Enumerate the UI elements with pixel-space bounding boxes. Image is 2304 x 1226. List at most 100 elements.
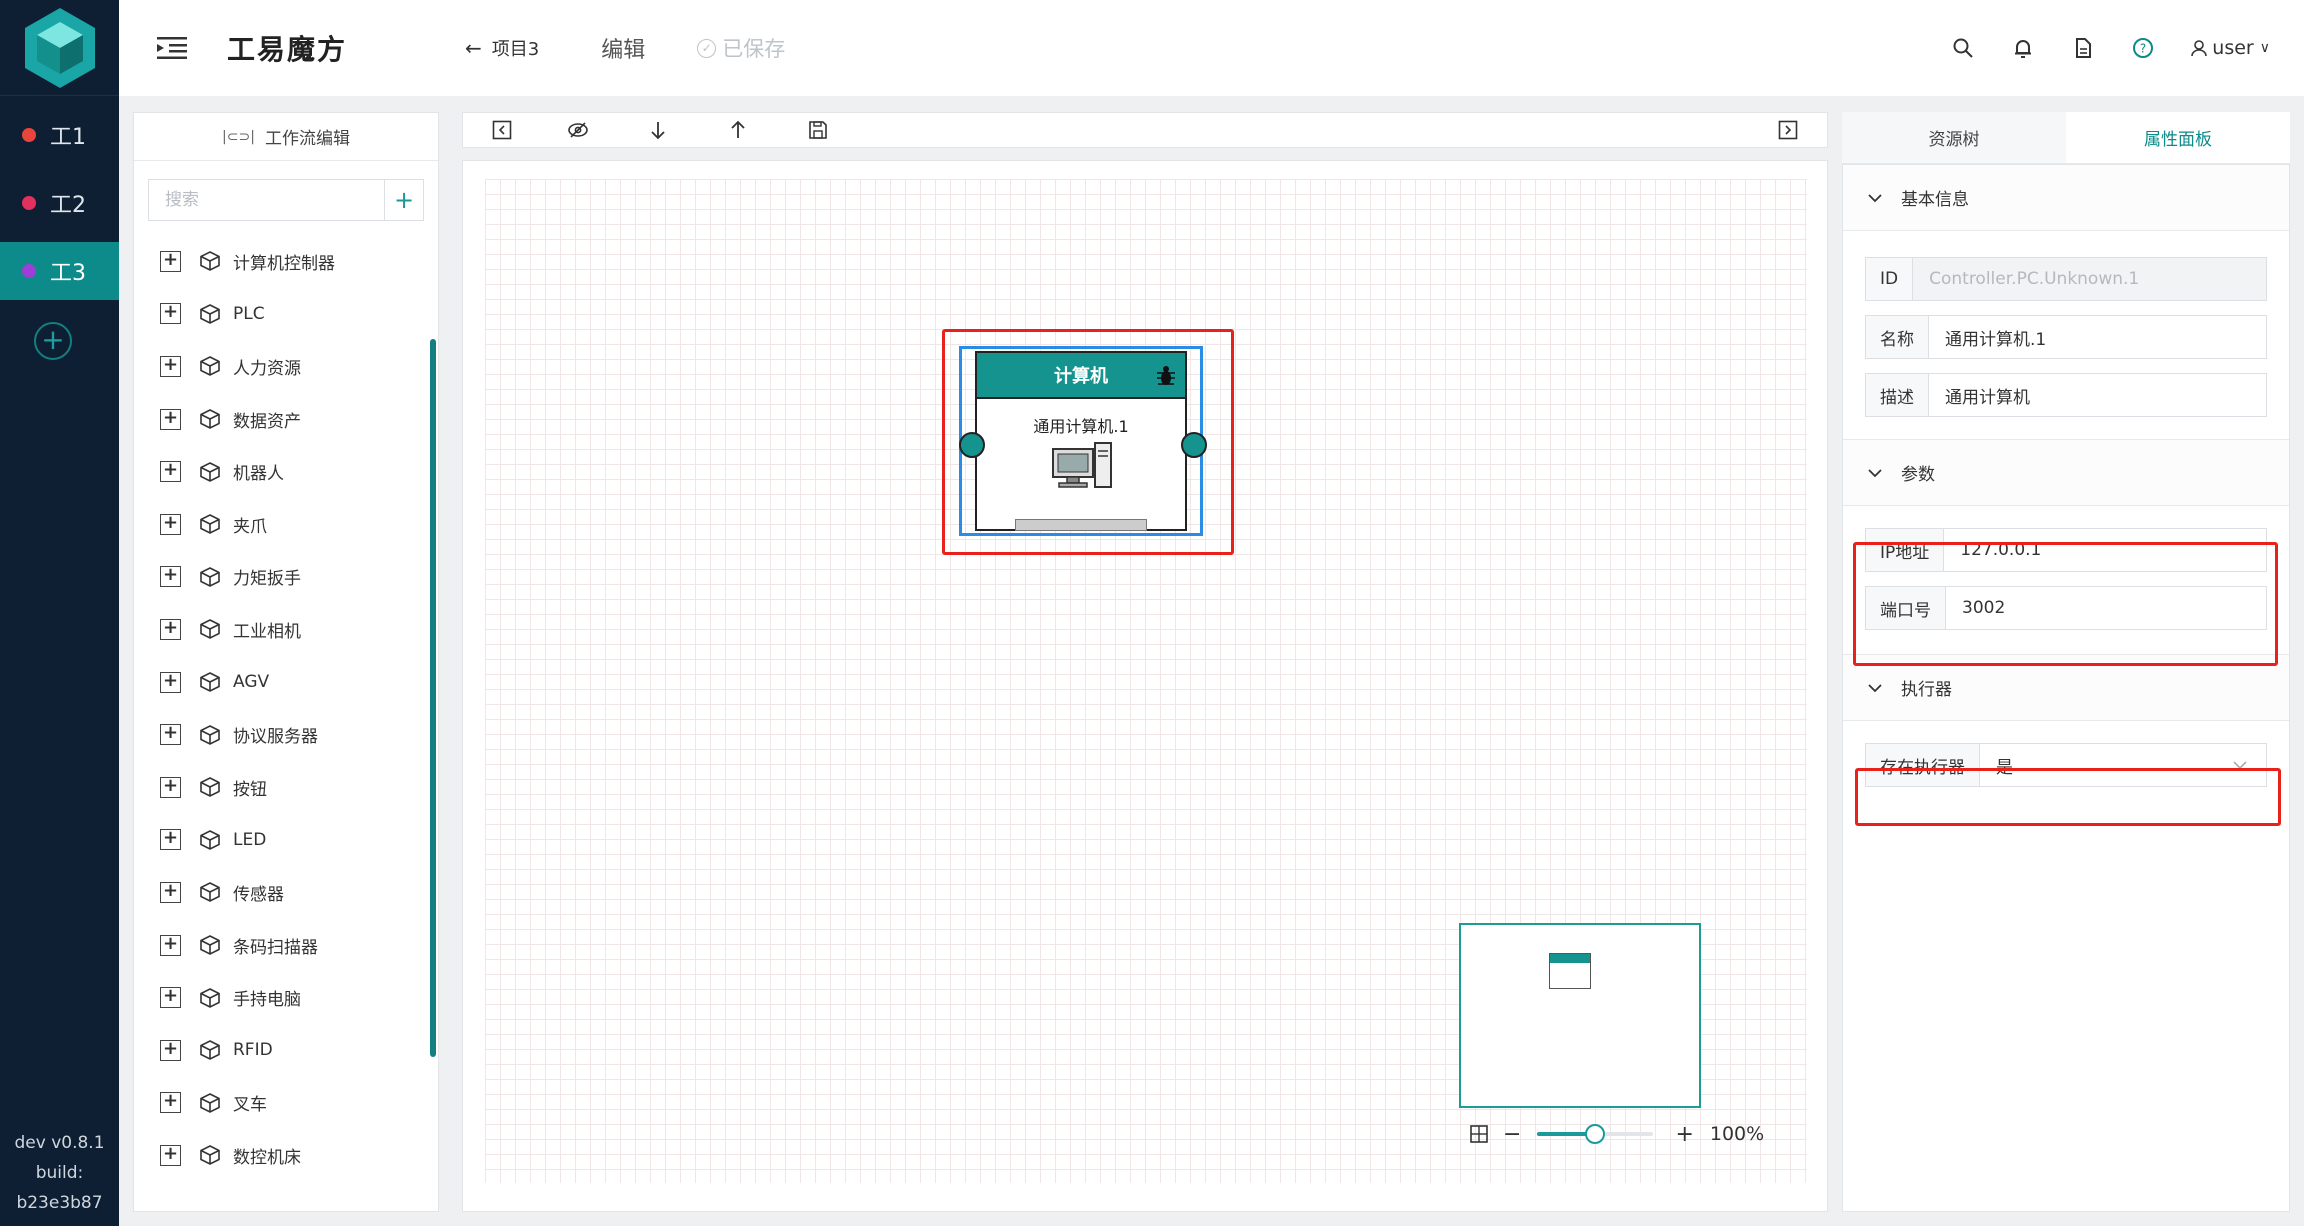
workspace-label: 工1 (50, 125, 86, 150)
move-up-button[interactable] (727, 119, 749, 141)
add-workspace-button[interactable]: + (34, 322, 72, 360)
id-field: ID Controller.PC.Unknown.1 (1865, 257, 2267, 301)
component-item[interactable]: + 人力资源 (134, 340, 438, 393)
expand-icon[interactable]: + (160, 566, 181, 588)
workflow-canvas[interactable]: 计算机 通用计算机.1 − + 100% (462, 160, 1828, 1212)
workspace-item-1[interactable]: 工1 (0, 106, 119, 164)
name-input[interactable]: 通用计算机.1 (1929, 316, 2266, 358)
component-item[interactable]: + 计算机控制器 (134, 235, 438, 288)
hide-button[interactable] (567, 119, 589, 141)
bug-icon[interactable] (1155, 364, 1177, 388)
cube-icon (200, 987, 220, 1008)
component-label: 叉车 (233, 1095, 267, 1116)
expand-icon[interactable]: + (160, 881, 181, 903)
node-name: 通用计算机.1 (1033, 417, 1129, 436)
executor-highlight-box (1855, 768, 2281, 826)
move-down-button[interactable] (647, 119, 669, 141)
component-list-scrollbar[interactable] (430, 339, 436, 1057)
collapse-left-icon (492, 120, 512, 140)
cube-icon (200, 1145, 220, 1166)
description-input[interactable]: 通用计算机 (1929, 374, 2266, 416)
component-panel: |⊂⊃| 工作流编辑 + + 计算机控制器 + PLC + 人力资源 + 数据资产 + 机器人 + 夹… (133, 112, 439, 1212)
save-button[interactable] (807, 119, 829, 141)
component-label: 数据资产 (233, 411, 301, 432)
expand-icon[interactable]: + (160, 934, 181, 956)
save-status-label: 已保存 (722, 37, 786, 61)
expand-icon[interactable]: + (160, 671, 181, 693)
expand-icon[interactable]: + (160, 1092, 181, 1114)
component-item[interactable]: + 机器人 (134, 445, 438, 498)
section-params[interactable]: 参数 (1843, 440, 2289, 506)
top-header: 工易魔方 ← 项目3 编辑 ✓ 已保存 ? user ∨ (119, 0, 2304, 96)
expand-icon[interactable]: + (160, 355, 181, 377)
cube-icon (200, 461, 220, 482)
component-item[interactable]: + 叉车 (134, 1077, 438, 1130)
bell-icon[interactable] (2012, 37, 2034, 59)
collapse-left-button[interactable] (491, 119, 513, 141)
help-icon[interactable]: ? (2132, 37, 2154, 59)
component-item[interactable]: + AGV (134, 656, 438, 709)
menu-collapse-icon[interactable] (157, 36, 187, 60)
component-label: 工业相机 (233, 621, 301, 642)
tab-properties[interactable]: 属性面板 (2066, 112, 2290, 163)
user-icon (2191, 40, 2208, 57)
component-item[interactable]: + 协议服务器 (134, 708, 438, 761)
node-selection-frame: 计算机 通用计算机.1 (959, 346, 1203, 536)
component-item[interactable]: + 传感器 (134, 866, 438, 919)
expand-icon[interactable]: + (160, 776, 181, 798)
tab-resource-tree[interactable]: 资源树 (1842, 112, 2066, 163)
zoom-level: 100% (1709, 1123, 1765, 1145)
collapse-right-button[interactable] (1777, 119, 1799, 141)
expand-icon[interactable]: + (160, 303, 181, 325)
minimap[interactable] (1459, 923, 1701, 1108)
zoom-slider-handle[interactable] (1585, 1124, 1606, 1144)
expand-icon[interactable]: + (160, 618, 181, 640)
expand-icon[interactable]: + (160, 408, 181, 430)
component-label: RFID (233, 1040, 273, 1061)
collapse-right-icon (1778, 120, 1798, 140)
expand-icon[interactable]: + (160, 987, 181, 1009)
component-item[interactable]: + 数据资产 (134, 393, 438, 446)
component-label: 协议服务器 (233, 727, 318, 748)
section-basic-info[interactable]: 基本信息 (1843, 165, 2289, 231)
search-input[interactable] (149, 180, 384, 220)
expand-icon[interactable]: + (160, 1144, 181, 1166)
output-port[interactable] (1181, 432, 1207, 458)
component-item[interactable]: + 力矩扳手 (134, 551, 438, 604)
expand-icon[interactable]: + (160, 724, 181, 746)
fit-view-icon[interactable] (1469, 1124, 1489, 1144)
expand-icon[interactable]: + (160, 1039, 181, 1061)
workspace-item-2[interactable]: 工2 (0, 174, 119, 232)
component-item[interactable]: + LED (134, 814, 438, 867)
expand-icon[interactable]: + (160, 829, 181, 851)
zoom-slider[interactable] (1537, 1124, 1654, 1144)
component-item[interactable]: + RFID (134, 1024, 438, 1077)
component-item[interactable]: + 工业相机 (134, 603, 438, 656)
component-item[interactable]: + 数控机床 (134, 1129, 438, 1175)
user-name: user (2212, 37, 2254, 59)
component-item[interactable]: + 手持电脑 (134, 971, 438, 1024)
component-item[interactable]: + 条码扫描器 (134, 919, 438, 972)
expand-icon[interactable]: + (160, 513, 181, 535)
user-menu[interactable]: user ∨ (2190, 37, 2270, 59)
edit-menu[interactable]: 编辑 (601, 32, 645, 64)
component-item[interactable]: + 按钮 (134, 761, 438, 814)
zoom-out-button[interactable]: − (1503, 1122, 1521, 1147)
search-icon[interactable] (1952, 37, 1974, 59)
computer-node[interactable]: 计算机 通用计算机.1 (975, 351, 1187, 531)
expand-icon[interactable]: + (160, 250, 181, 272)
app-logo[interactable] (0, 0, 119, 96)
expand-icon[interactable]: + (160, 461, 181, 483)
arrow-left-icon: ← (465, 36, 482, 60)
component-label: PLC (233, 303, 265, 324)
component-item[interactable]: + PLC (134, 288, 438, 341)
document-icon[interactable] (2072, 37, 2094, 59)
component-label: 夹爪 (233, 516, 267, 537)
workspace-item-3[interactable]: 工3 (0, 242, 119, 300)
zoom-in-button[interactable]: + (1675, 1122, 1693, 1147)
back-to-project-button[interactable]: ← 项目3 (465, 35, 539, 61)
input-port[interactable] (959, 432, 985, 458)
component-search: + (148, 179, 424, 221)
component-item[interactable]: + 夹爪 (134, 498, 438, 551)
add-component-button[interactable]: + (384, 180, 423, 220)
